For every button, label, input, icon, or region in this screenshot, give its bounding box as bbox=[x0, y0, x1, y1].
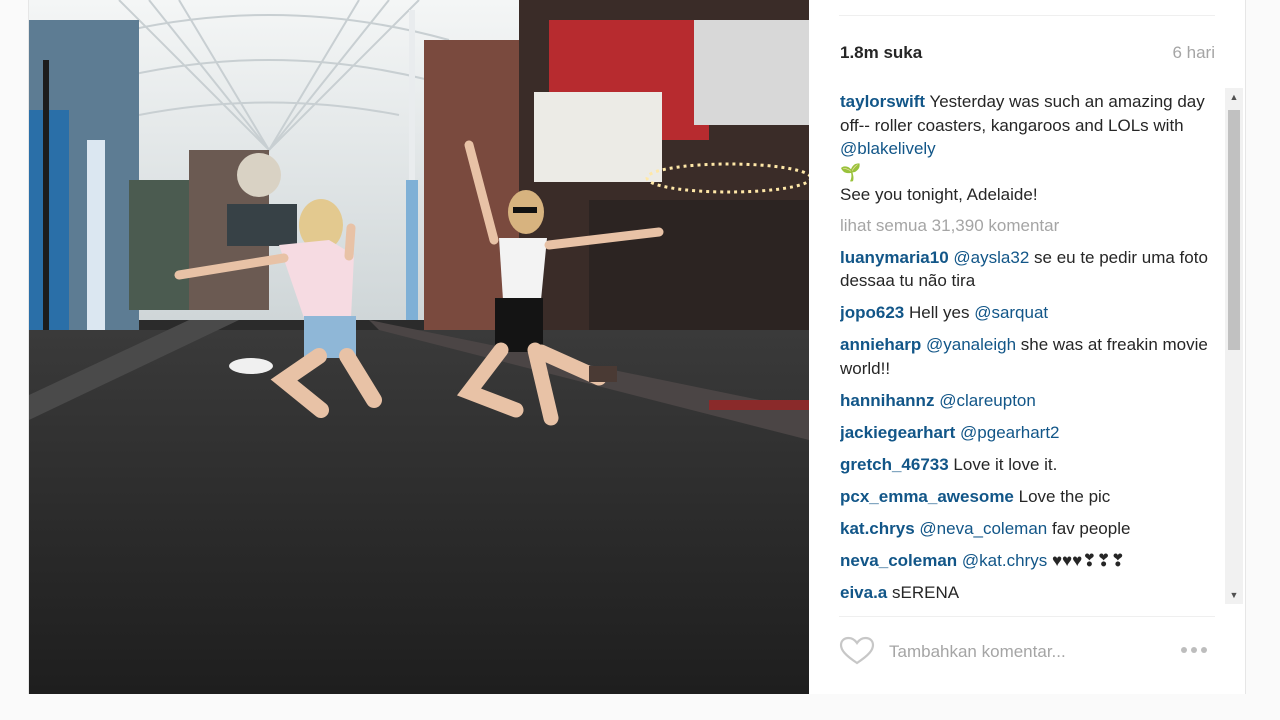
comment-username[interactable]: gretch_46733 bbox=[840, 455, 949, 474]
comment-username[interactable]: annieharp bbox=[840, 335, 921, 354]
comment-mention[interactable]: @sarquat bbox=[974, 303, 1048, 322]
comment-text: Love the pic bbox=[1018, 486, 1111, 506]
comment-item: gretch_46733 Love it love it. bbox=[840, 453, 1220, 477]
post-sidebar: 1.8m suka 6 hari taylorswift Yesterday w… bbox=[809, 0, 1245, 694]
comment-username[interactable]: jopo623 bbox=[840, 303, 904, 322]
comment-mention[interactable]: @pgearhart2 bbox=[960, 423, 1060, 442]
comment-item: eiva.a sERENA bbox=[840, 581, 1220, 603]
divider bbox=[839, 15, 1215, 16]
comment-item: annieharp @yanaleigh she was at freakin … bbox=[840, 333, 1220, 380]
comment-username[interactable]: pcx_emma_awesome bbox=[840, 487, 1014, 506]
view-all-comments-link[interactable]: lihat semua 31,390 komentar bbox=[840, 214, 1220, 238]
comment-item: neva_coleman @kat.chrys ♥♥♥❣❣❣ bbox=[840, 549, 1220, 573]
comment-text: sERENA bbox=[892, 582, 960, 602]
dot bbox=[1191, 647, 1197, 653]
scroll-up-arrow-icon[interactable]: ▲ bbox=[1225, 88, 1243, 106]
seedling-emoji: 🌱 bbox=[840, 162, 862, 182]
comment-item: jackiegearhart @pgearhart2 bbox=[840, 421, 1220, 445]
comment-item: pcx_emma_awesome Love the pic bbox=[840, 485, 1220, 509]
comment-text: fav people bbox=[1051, 518, 1131, 538]
comment-username[interactable]: hannihannz bbox=[840, 391, 934, 410]
post-photo[interactable] bbox=[29, 0, 809, 694]
comment-mention[interactable]: @aysla32 bbox=[953, 248, 1029, 267]
scroll-down-arrow-icon[interactable]: ▼ bbox=[1225, 586, 1243, 604]
heart-icon[interactable] bbox=[839, 636, 875, 666]
dot bbox=[1181, 647, 1187, 653]
comment-username[interactable]: eiva.a bbox=[840, 583, 887, 602]
comment-text: ♥♥♥❣❣❣ bbox=[1051, 550, 1125, 570]
comment-item: hannihannz @clareupton bbox=[840, 389, 1220, 413]
likes-count[interactable]: 1.8m suka bbox=[840, 43, 922, 63]
more-options-icon[interactable] bbox=[1181, 640, 1217, 660]
caption-line2: See you tonight, Adelaide! bbox=[840, 184, 1038, 204]
scrollbar-thumb[interactable] bbox=[1228, 110, 1240, 350]
caption-mention[interactable]: @blakelively bbox=[840, 139, 936, 158]
comments-list[interactable]: taylorswift Yesterday was such an amazin… bbox=[840, 90, 1220, 602]
post-age[interactable]: 6 hari bbox=[1172, 43, 1215, 63]
divider bbox=[839, 616, 1215, 617]
comment-mention[interactable]: @clareupton bbox=[939, 391, 1036, 410]
dot bbox=[1201, 647, 1207, 653]
comment-username[interactable]: jackiegearhart bbox=[840, 423, 955, 442]
add-comment-input[interactable] bbox=[889, 640, 1129, 664]
caption: taylorswift Yesterday was such an amazin… bbox=[840, 90, 1220, 206]
comment-item: jopo623 Hell yes @sarquat bbox=[840, 301, 1220, 325]
comment-mention[interactable]: @neva_coleman bbox=[919, 519, 1047, 538]
photo-illustration bbox=[29, 0, 809, 694]
comment-username[interactable]: kat.chrys bbox=[840, 519, 915, 538]
comment-item: kat.chrys @neva_coleman fav people bbox=[840, 517, 1220, 541]
comment-mention[interactable]: @kat.chrys bbox=[962, 551, 1047, 570]
comments-scrollbar[interactable]: ▲ ▼ bbox=[1225, 88, 1243, 604]
comment-mention[interactable]: @yanaleigh bbox=[926, 335, 1016, 354]
comment-text: Love it love it. bbox=[953, 454, 1058, 474]
caption-username[interactable]: taylorswift bbox=[840, 92, 925, 111]
comment-username[interactable]: neva_coleman bbox=[840, 551, 957, 570]
comment-item: luanymaria10 @aysla32 se eu te pedir uma… bbox=[840, 246, 1220, 293]
comment-username[interactable]: luanymaria10 bbox=[840, 248, 949, 267]
comment-text: Hell yes bbox=[908, 303, 970, 322]
